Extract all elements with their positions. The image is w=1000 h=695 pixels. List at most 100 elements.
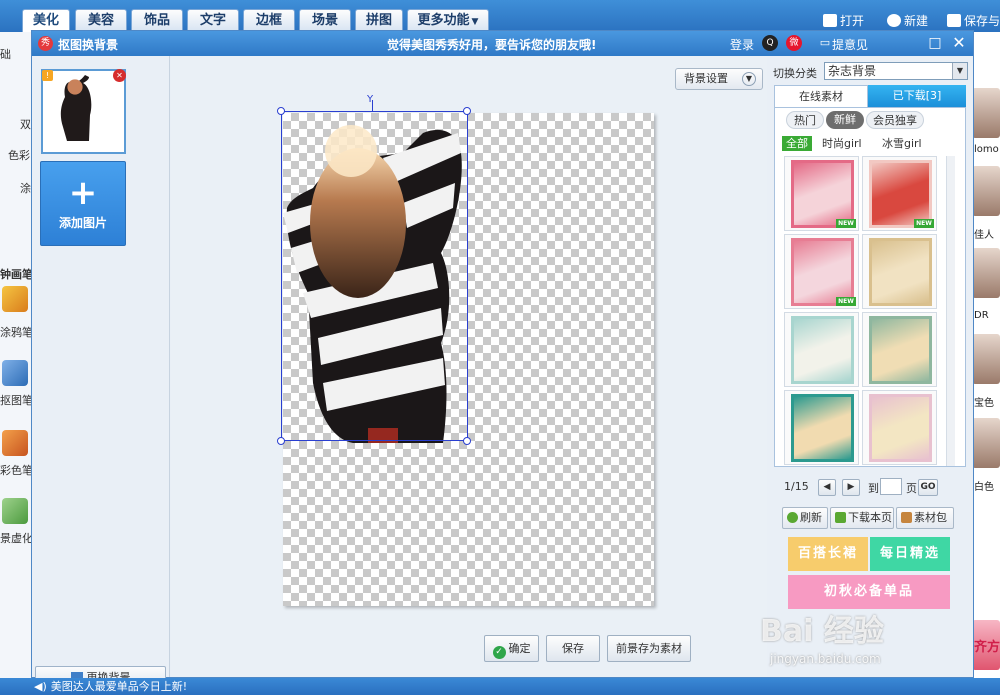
material-item[interactable]: NEW	[784, 234, 859, 309]
material-pack-button[interactable]: 素材包	[896, 507, 954, 529]
tab-beautify[interactable]: 美化	[22, 9, 70, 32]
tab-more-label: 更多功能	[417, 13, 470, 28]
material-preview-image	[869, 316, 932, 384]
category-select[interactable]: 杂志背景 ▼	[824, 62, 968, 80]
tab-frame[interactable]: 边框	[243, 9, 295, 32]
open-label: 打开	[840, 14, 865, 28]
weibo-icon[interactable]: 微	[786, 35, 802, 51]
feedback-link[interactable]: 提意见	[832, 36, 868, 53]
next-page-button[interactable]: ▶	[842, 479, 860, 496]
bg-thumbnail	[972, 166, 1000, 216]
background-settings-dropdown[interactable]: 背景设置 ▼	[675, 68, 763, 90]
resize-handle-bottom-left[interactable]	[277, 437, 285, 445]
category-select-value: 杂志背景	[828, 64, 877, 78]
subfilter-ice-girl[interactable]: 冰雪girl	[882, 136, 922, 151]
material-preview-image	[791, 160, 854, 228]
material-preview-image	[869, 238, 932, 306]
material-item[interactable]	[862, 390, 937, 465]
tab-text[interactable]: 文字	[187, 9, 239, 32]
new-badge: NEW	[836, 297, 856, 306]
material-preview-image	[869, 394, 932, 462]
confirm-button[interactable]: ✓ 确定	[484, 635, 539, 662]
material-preview-image	[791, 394, 854, 462]
brush-icon	[2, 430, 28, 456]
close-icon[interactable]: ✕	[950, 34, 968, 52]
material-item[interactable]	[784, 312, 859, 387]
page-number-input[interactable]	[880, 478, 902, 495]
chevron-down-icon: ▼	[742, 72, 756, 86]
banner-long-dresses[interactable]: 百搭长裙	[788, 537, 868, 571]
bg-thumb-label: 齐方	[974, 640, 1000, 655]
goto-label: 到	[868, 482, 879, 495]
refresh-button[interactable]: 刷新	[782, 507, 828, 529]
promo-text: 觉得美图秀秀好用，要告诉您的朋友哦!	[387, 38, 597, 52]
new-button[interactable]: 新建	[887, 12, 928, 30]
image-thumbnail[interactable]: ! ✕	[41, 69, 126, 154]
rotate-handle-icon[interactable]: Y	[367, 95, 373, 105]
warning-icon: !	[42, 70, 53, 81]
status-text[interactable]: 美图达人最爱单品今日上新!	[51, 680, 187, 693]
material-item[interactable]	[862, 234, 937, 309]
resize-handle-top-left[interactable]	[277, 107, 285, 115]
bg-thumb-label: 佳人	[974, 230, 994, 241]
material-item[interactable]	[784, 390, 859, 465]
save-foreground-button[interactable]: 前景存为素材	[607, 635, 691, 662]
baidu-watermark-url: jingyan.baidu.com	[770, 652, 881, 666]
page-indicator: 1/15	[784, 480, 809, 493]
material-panel: 切换分类 杂志背景 ▼ 在线素材 已下载[3] 热门 新鲜 会员独享 全部 时尚…	[768, 56, 973, 677]
grid-scrollbar[interactable]	[946, 156, 955, 466]
remove-image-icon[interactable]: ✕	[113, 69, 126, 82]
tab-collage[interactable]: 拼图	[355, 9, 403, 32]
folder-icon	[823, 14, 837, 27]
plus-icon: +	[68, 173, 98, 213]
selection-box[interactable]	[281, 111, 468, 441]
qq-icon[interactable]: Q	[762, 35, 778, 51]
chevron-down-icon: ▼	[952, 63, 967, 79]
save-share-button[interactable]: 保存与	[947, 12, 1000, 30]
tab-online-materials[interactable]: 在线素材	[774, 85, 868, 107]
package-icon	[901, 512, 912, 523]
material-item[interactable]: NEW	[862, 156, 937, 231]
bg-thumb-label: DR	[974, 310, 989, 321]
dialog-title: 抠图换背景	[58, 38, 119, 52]
bg-thumbnail	[972, 248, 1000, 298]
tab-accessories[interactable]: 饰品	[131, 9, 183, 32]
material-preview-image	[791, 316, 854, 384]
bg-thumb-label: 白色	[974, 482, 994, 493]
tab-more-features[interactable]: 更多功能 ▼	[407, 9, 489, 32]
go-button[interactable]: GO	[918, 479, 938, 496]
plus-circle-icon	[887, 14, 901, 27]
material-item[interactable]: NEW	[784, 156, 859, 231]
dialog-titlebar: 秀 抠图换背景 觉得美图秀秀好用，要告诉您的朋友哦! 登录 Q 微 ▭ 提意见 …	[32, 31, 973, 56]
floppy-icon	[947, 14, 961, 27]
tab-downloaded[interactable]: 已下载[3]	[868, 85, 966, 107]
prev-page-button[interactable]: ◀	[818, 479, 836, 496]
tab-scene[interactable]: 场景	[299, 9, 351, 32]
filter-vip[interactable]: 会员独享	[866, 111, 924, 129]
chevron-down-icon: ▼	[471, 17, 479, 27]
filter-new[interactable]: 新鲜	[826, 111, 864, 129]
login-link[interactable]: 登录	[730, 36, 754, 53]
tab-beauty[interactable]: 美容	[75, 9, 127, 32]
maximize-icon[interactable]: □	[926, 34, 944, 52]
save-button[interactable]: 保存	[546, 635, 600, 662]
new-badge: NEW	[836, 219, 856, 228]
filter-hot[interactable]: 热门	[786, 111, 824, 129]
material-pack-label: 素材包	[914, 511, 947, 524]
banner-daily-picks[interactable]: 每日精选	[870, 537, 950, 571]
bg-section-title: 钟画笔	[0, 268, 33, 281]
download-page-button[interactable]: 下载本页	[830, 507, 894, 529]
add-image-label: 添加图片	[58, 216, 107, 230]
subfilter-all[interactable]: 全部	[782, 136, 812, 151]
confirm-label: 确定	[508, 642, 531, 655]
resize-handle-top-right[interactable]	[463, 107, 471, 115]
material-preview-image	[791, 238, 854, 306]
add-image-button[interactable]: + 添加图片	[40, 161, 126, 246]
resize-handle-bottom-right[interactable]	[463, 437, 471, 445]
bg-thumbnail	[972, 418, 1000, 468]
banner-early-autumn[interactable]: 初秋必备单品	[788, 575, 950, 609]
subfilter-fashion-girl[interactable]: 时尚girl	[822, 136, 862, 151]
refresh-label: 刷新	[800, 511, 822, 524]
open-button[interactable]: 打开	[823, 12, 864, 30]
material-item[interactable]	[862, 312, 937, 387]
